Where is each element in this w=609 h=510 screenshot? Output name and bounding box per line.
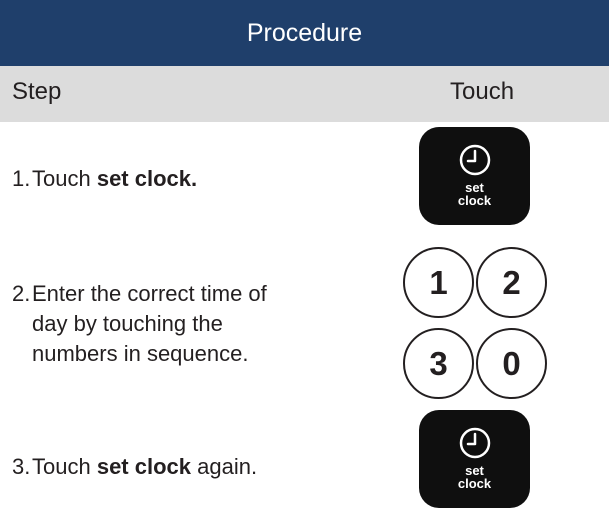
touch-column-label: Touch [450, 78, 515, 105]
digit-key-2-label: 2 [502, 263, 521, 301]
step-2-line-2: day by touching the [32, 311, 223, 336]
step-1: 1.Touch set clock. [12, 164, 197, 194]
set-clock-line2: clock [457, 193, 492, 208]
step-3-bold: set clock [96, 454, 191, 479]
step-1-bold: set clock. [96, 166, 198, 191]
step-3: 3.Touch set clock again. [12, 452, 257, 482]
step-2-line-3: numbers in sequence. [32, 341, 249, 366]
procedure-header: Procedure [0, 0, 609, 66]
step-1-text: Touch [32, 166, 97, 191]
step-2-line-1: Enter the correct time of [32, 281, 267, 306]
set-clock-key-label: set clock [458, 464, 491, 490]
procedure-title: Procedure [246, 18, 363, 47]
set-clock-key-label: set clock [458, 181, 491, 207]
digit-key-1-label: 1 [429, 263, 448, 301]
set-clock-key-2[interactable]: set clock [419, 410, 530, 508]
step-3-number: 3. [12, 454, 31, 479]
digit-key-3[interactable]: 3 [403, 328, 474, 399]
set-clock-line2: clock [457, 476, 492, 491]
step-3-text: Touch [32, 454, 97, 479]
set-clock-key-1[interactable]: set clock [419, 127, 530, 225]
clock-icon [459, 144, 490, 176]
step-2: 2.Enter the correct time of day by touch… [12, 279, 267, 369]
digit-key-0-label: 0 [502, 344, 521, 382]
step-column-label: Step [12, 78, 62, 105]
step-1-number: 1. [12, 166, 31, 191]
column-header-row: Step Touch [0, 66, 609, 122]
digit-key-2[interactable]: 2 [476, 247, 547, 318]
step-3-after: again. [191, 454, 258, 479]
digit-key-3-label: 3 [429, 344, 448, 382]
digit-key-0[interactable]: 0 [476, 328, 547, 399]
digit-key-1[interactable]: 1 [403, 247, 474, 318]
clock-icon [459, 427, 490, 459]
step-2-number: 2. [12, 281, 31, 306]
